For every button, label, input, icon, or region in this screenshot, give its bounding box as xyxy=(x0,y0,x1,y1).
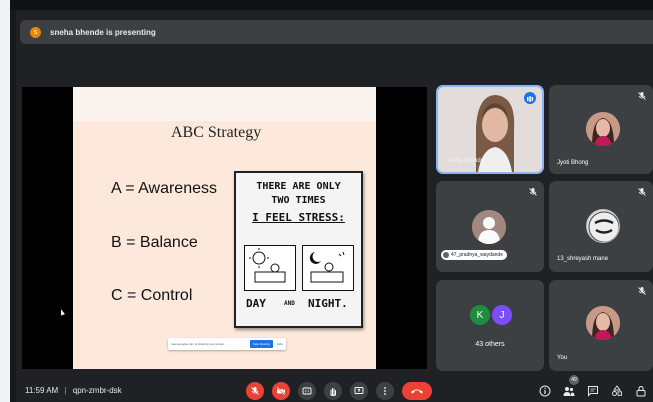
participant-name: Jyoti Bhong xyxy=(557,160,589,166)
closed-captions-icon xyxy=(302,387,312,395)
participant-name-pill: 47_pradnya_waydande xyxy=(441,250,507,260)
left-window-shadow xyxy=(10,0,16,402)
bottom-control-bar: 11:59 AM | qpn-zmbr-dsk 49 xyxy=(16,375,653,402)
mic-off-icon xyxy=(638,92,646,100)
mouse-cursor-icon xyxy=(59,308,65,316)
present-screen-button[interactable] xyxy=(350,382,368,400)
others-avatar-j: J xyxy=(492,305,512,325)
others-avatar-k: K xyxy=(470,305,490,325)
presenting-banner[interactable]: s sneha bhende is presenting xyxy=(20,20,653,44)
mic-off-icon xyxy=(251,387,259,395)
cartoon-caption-day: DAY xyxy=(246,297,266,310)
lock-person-icon xyxy=(636,385,646,397)
participant-tile-pradnya[interactable]: 47_pradnya_waydande xyxy=(436,181,544,272)
activities-icon xyxy=(612,385,622,396)
info-separator: | xyxy=(64,386,67,395)
cartoon-line-2: TWO TIMES xyxy=(271,195,326,206)
sun-drawing-icon xyxy=(249,248,286,283)
mic-off-icon xyxy=(638,287,646,295)
stop-sharing-button[interactable]: Stop sharing xyxy=(249,340,273,348)
cartoon-day-panel xyxy=(244,245,296,291)
participant-avatar xyxy=(472,210,506,244)
activities-button[interactable] xyxy=(610,384,624,398)
share-notice-text: meet.google.com is sharing your screen. xyxy=(171,342,226,346)
chat-icon xyxy=(588,386,598,397)
pill-mic-icon xyxy=(443,252,449,258)
speaking-indicator-icon xyxy=(524,92,536,104)
info-icon xyxy=(539,385,551,397)
participant-tile-others[interactable]: K J 43 others xyxy=(436,280,544,371)
cartoon-night-panel xyxy=(302,245,354,291)
clock-time: 11:59 AM xyxy=(25,386,59,395)
moon-drawing-icon xyxy=(309,251,345,283)
participant-avatar xyxy=(586,306,620,340)
slide-title: ABC Strategy xyxy=(171,124,262,141)
more-options-button[interactable] xyxy=(376,382,394,400)
raise-hand-button[interactable] xyxy=(324,382,342,400)
thank-you-badge-icon xyxy=(588,211,619,242)
slide: ABC Strategy A = Awareness B = Balance C… xyxy=(73,87,376,369)
participant-tile-jyoti[interactable]: Jyoti Bhong xyxy=(549,85,653,174)
slide-header-band xyxy=(73,87,376,121)
camera-toggle-button[interactable] xyxy=(272,382,290,400)
meet-window: s sneha bhende is presenting ABC Strateg… xyxy=(0,0,653,402)
mic-off-icon xyxy=(529,188,537,196)
screen-share-notice: meet.google.com is sharing your screen. … xyxy=(168,338,286,350)
participant-name: 13_shreyash mane xyxy=(557,256,609,262)
slide-line-balance: B = Balance xyxy=(111,234,198,251)
people-button[interactable] xyxy=(562,384,576,398)
mic-off-icon xyxy=(638,188,646,196)
others-count-label: 43 others xyxy=(475,341,505,348)
hide-notice-button[interactable]: Hide xyxy=(277,342,283,346)
cartoon-caption-and: AND xyxy=(284,300,295,307)
meeting-code[interactable]: qpn-zmbr-dsk xyxy=(73,386,122,395)
cartoon-line-3: I FEEL STRESS: xyxy=(252,211,345,224)
participant-avatar xyxy=(586,112,620,146)
presenting-text: sneha bhende is presenting xyxy=(50,27,156,37)
meeting-info: 11:59 AM | qpn-zmbr-dsk xyxy=(25,386,122,395)
microphone-toggle-button[interactable] xyxy=(246,382,264,400)
participant-tile-sneha[interactable]: sneha bhende xyxy=(436,85,544,174)
camera-off-icon xyxy=(276,386,286,396)
leave-call-button[interactable] xyxy=(402,382,432,400)
slide-line-control: C = Control xyxy=(111,287,193,304)
chat-button[interactable] xyxy=(586,384,600,398)
presenter-avatar: s xyxy=(30,26,41,38)
participant-avatar xyxy=(586,209,620,243)
participant-tile-shreyash[interactable]: 13_shreyash mane xyxy=(549,181,653,272)
people-icon xyxy=(563,387,575,396)
participant-name: You xyxy=(557,355,568,361)
top-strip xyxy=(10,0,653,10)
present-screen-icon xyxy=(354,387,364,394)
participant-tile-you[interactable]: You xyxy=(549,280,653,371)
captions-button[interactable] xyxy=(298,382,316,400)
meeting-details-button[interactable] xyxy=(538,384,552,398)
host-controls-button[interactable] xyxy=(634,384,648,398)
left-window-edge xyxy=(0,0,10,402)
participant-name: sneha bhende xyxy=(446,158,485,164)
people-count-badge: 49 xyxy=(569,375,579,385)
hang-up-icon xyxy=(411,389,423,394)
slide-line-awareness: A = Awareness xyxy=(111,180,217,197)
more-vertical-icon xyxy=(384,387,386,395)
cartoon-line-1: THERE ARE ONLY xyxy=(256,181,341,192)
stress-cartoon: THERE ARE ONLY TWO TIMES I FEEL STRESS: xyxy=(234,171,363,328)
cartoon-caption-night: NIGHT. xyxy=(308,297,348,310)
presentation-stage[interactable]: ABC Strategy A = Awareness B = Balance C… xyxy=(22,87,427,369)
participant-name: 47_pradnya_waydande xyxy=(451,252,503,258)
raise-hand-icon xyxy=(330,388,336,396)
